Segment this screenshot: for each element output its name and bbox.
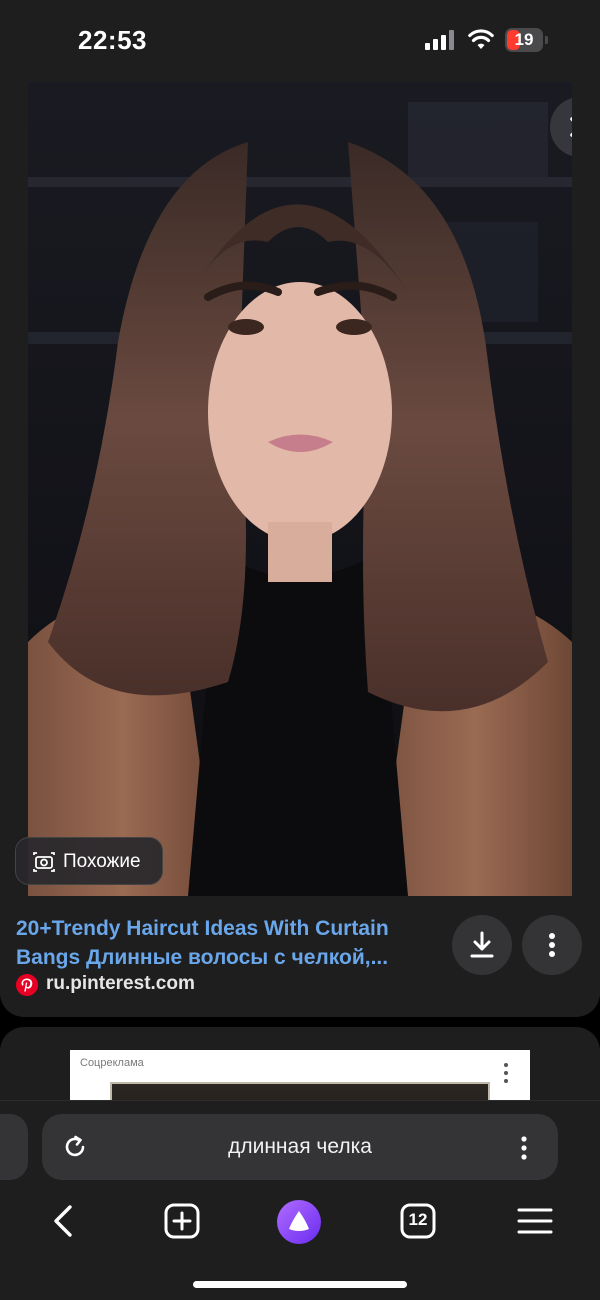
more-vertical-icon	[549, 933, 555, 957]
home-indicator[interactable]	[193, 1281, 407, 1288]
ad-label: Соцреклама	[80, 1057, 144, 1069]
similar-images-button[interactable]: Похожие	[15, 837, 163, 885]
bottom-toolbar: длинная челка 12	[0, 1100, 600, 1300]
refresh-icon[interactable]	[62, 1134, 88, 1160]
battery-level: 19	[514, 30, 534, 49]
image-result-card: Похожие 20+Trendy Haircut Ideas With Cur…	[0, 82, 600, 1017]
cellular-signal-icon	[425, 30, 457, 50]
search-bar[interactable]: длинная челка	[42, 1114, 558, 1180]
ad-more-icon[interactable]	[500, 1060, 512, 1086]
result-photo[interactable]	[28, 82, 572, 896]
more-options-button[interactable]	[522, 915, 582, 975]
more-vertical-icon[interactable]	[518, 1134, 530, 1162]
result-source-domain: ru.pinterest.com	[46, 973, 195, 994]
previous-tab-preview[interactable]	[0, 1114, 28, 1180]
download-icon	[470, 931, 494, 958]
wifi-icon	[468, 29, 494, 49]
search-query[interactable]: длинная челка	[102, 1135, 498, 1159]
pinterest-icon	[16, 974, 38, 996]
battery-indicator: 19	[505, 28, 543, 52]
alice-assistant-icon[interactable]	[276, 1199, 322, 1245]
camera-icon	[33, 852, 55, 872]
battery-cap	[545, 36, 548, 44]
chevron-left-icon[interactable]	[44, 1201, 84, 1241]
plus-square-icon[interactable]	[162, 1201, 202, 1241]
tabs-count: 12	[408, 1210, 428, 1229]
result-title-link[interactable]: 20+Trendy Haircut Ideas With Curtain Ban…	[16, 914, 436, 972]
close-button[interactable]	[550, 97, 572, 157]
download-button[interactable]	[452, 915, 512, 975]
status-bar: 22:53 19	[0, 0, 600, 82]
status-time: 22:53	[78, 25, 147, 55]
hamburger-menu-icon[interactable]	[515, 1201, 555, 1241]
tabs-button[interactable]: 12	[398, 1201, 438, 1241]
close-icon	[570, 117, 572, 137]
similar-images-label: Похожие	[63, 851, 141, 872]
woman-portrait-photo	[28, 82, 572, 896]
